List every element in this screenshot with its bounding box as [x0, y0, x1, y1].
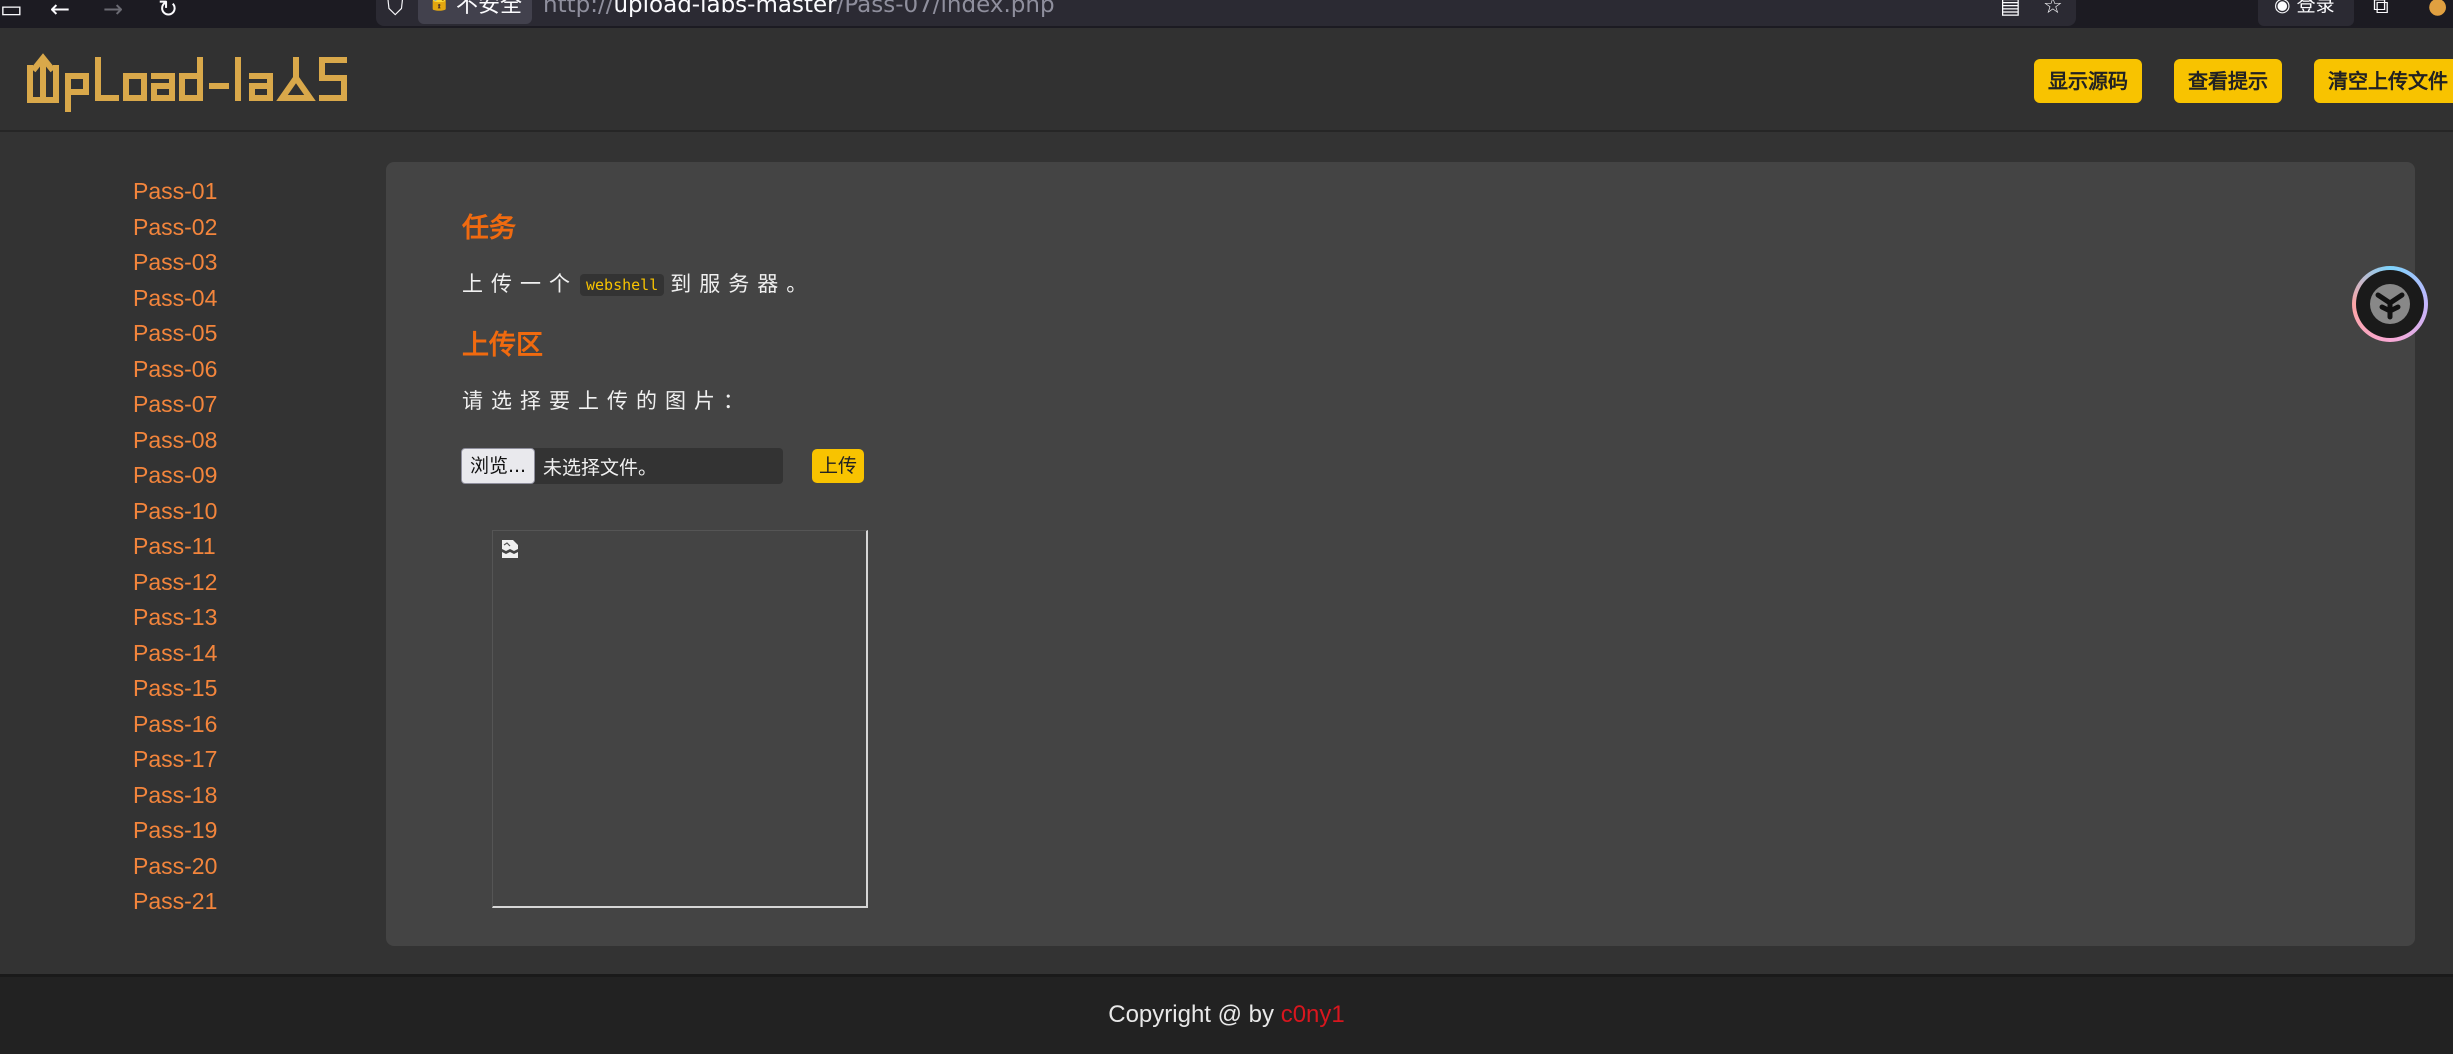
url-host: upload-labs-master [613, 0, 837, 18]
copyright-text: Copyright @ by c0ny1 [0, 1001, 2453, 1029]
url-path: /Pass-07/index.php [836, 0, 1055, 18]
url-prefix: http:// [543, 0, 614, 18]
security-label: 不安全 [456, 0, 523, 18]
login-button[interactable]: ◉ 登录 [2258, 0, 2354, 26]
reader-view-icon[interactable]: ▤ [2000, 0, 2021, 19]
sidebar-item-pass-01[interactable]: Pass-01 [133, 178, 217, 205]
task-text-before: 上传一个 [462, 272, 578, 296]
uploaded-image-preview [492, 530, 868, 908]
pass-sidebar: Pass-01 Pass-02 Pass-03 Pass-04 Pass-05 … [0, 134, 386, 974]
task-code: webshell [580, 274, 665, 296]
sidebar-item-pass-19[interactable]: Pass-19 [133, 817, 217, 844]
upload-heading: 上传区 [462, 330, 543, 361]
floating-assistant-icon[interactable] [2352, 266, 2428, 342]
sidebar-item-pass-13[interactable]: Pass-13 [133, 604, 217, 631]
clear-uploads-button[interactable]: 清空上传文件 [2314, 59, 2453, 103]
sidebar-item-pass-18[interactable]: Pass-18 [133, 782, 217, 809]
sidebar-item-pass-02[interactable]: Pass-02 [133, 214, 217, 241]
upload-submit-button[interactable]: 上传 [812, 449, 864, 483]
broken-lock-icon: 🔓 [428, 0, 451, 12]
file-input[interactable]: 浏览... 未选择文件。 [461, 448, 783, 484]
bookmark-star-icon[interactable]: ☆ [2043, 0, 2063, 19]
sidebar-item-pass-21[interactable]: Pass-21 [133, 888, 217, 915]
browser-toolbar: ▭ ← → ↻ ⛉ 🔓 不安全 http://upload-labs-maste… [0, 0, 2453, 28]
arrow-right-icon[interactable]: → [103, 0, 123, 22]
sidebar-item-pass-09[interactable]: Pass-09 [133, 462, 217, 489]
copyright-prefix: Copyright @ by [1108, 1001, 1281, 1028]
sidebar-item-pass-06[interactable]: Pass-06 [133, 356, 217, 383]
sidebar-item-pass-10[interactable]: Pass-10 [133, 498, 217, 525]
task-description: 上传一个 webshell 到服务器。 [462, 268, 815, 298]
sidebar-item-pass-08[interactable]: Pass-08 [133, 427, 217, 454]
login-label: 登录 [2296, 0, 2335, 16]
main-panel: 任务 上传一个 webshell 到服务器。 上传区 请选择要上传的图片： 浏览..… [386, 162, 2415, 946]
account-icon: ◉ [2274, 0, 2297, 16]
profile-avatar-icon[interactable]: ● [2428, 0, 2447, 19]
site-header: 显示源码 查看提示 清空上传文件 [0, 28, 2453, 132]
arrow-left-icon[interactable]: ← [50, 0, 70, 22]
assistant-logo-icon [2356, 270, 2424, 338]
sidebar-item-pass-16[interactable]: Pass-16 [133, 711, 217, 738]
sidebar-item-pass-05[interactable]: Pass-05 [133, 320, 217, 347]
browse-button[interactable]: 浏览... [461, 448, 535, 484]
sidebar-item-pass-04[interactable]: Pass-04 [133, 285, 217, 312]
url-text[interactable]: http://upload-labs-master/Pass-07/index.… [543, 0, 1055, 18]
show-source-button[interactable]: 显示源码 [2034, 59, 2142, 103]
no-file-label: 未选择文件。 [543, 457, 658, 479]
upload-prompt: 请选择要上传的图片： [462, 389, 752, 413]
show-hint-button[interactable]: 查看提示 [2174, 59, 2282, 103]
connection-insecure-badge[interactable]: 🔓 不安全 [418, 0, 533, 24]
sidebar-item-pass-07[interactable]: Pass-07 [133, 391, 217, 418]
sidebar-item-pass-20[interactable]: Pass-20 [133, 853, 217, 880]
task-text-after: 到服务器。 [670, 272, 816, 296]
shield-icon[interactable]: ⛉ [387, 0, 404, 21]
sidebar-item-pass-11[interactable]: Pass-11 [133, 533, 216, 560]
sidebar-item-pass-15[interactable]: Pass-15 [133, 675, 217, 702]
sidebar-toggle-icon[interactable]: ▭ [0, 0, 23, 22]
reload-icon[interactable]: ↻ [158, 0, 178, 22]
sidebar-item-pass-17[interactable]: Pass-17 [133, 746, 217, 773]
sidebar-item-pass-12[interactable]: Pass-12 [133, 569, 217, 596]
upload-labs-logo [27, 53, 347, 112]
broken-image-icon [502, 540, 518, 558]
author-link[interactable]: c0ny1 [1281, 1001, 1345, 1028]
site-footer: Copyright @ by c0ny1 [0, 974, 2453, 1054]
task-heading: 任务 [462, 213, 516, 244]
extensions-icon[interactable]: ⧉ [2373, 0, 2389, 19]
sidebar-item-pass-03[interactable]: Pass-03 [133, 249, 217, 276]
sidebar-item-pass-14[interactable]: Pass-14 [133, 640, 217, 667]
